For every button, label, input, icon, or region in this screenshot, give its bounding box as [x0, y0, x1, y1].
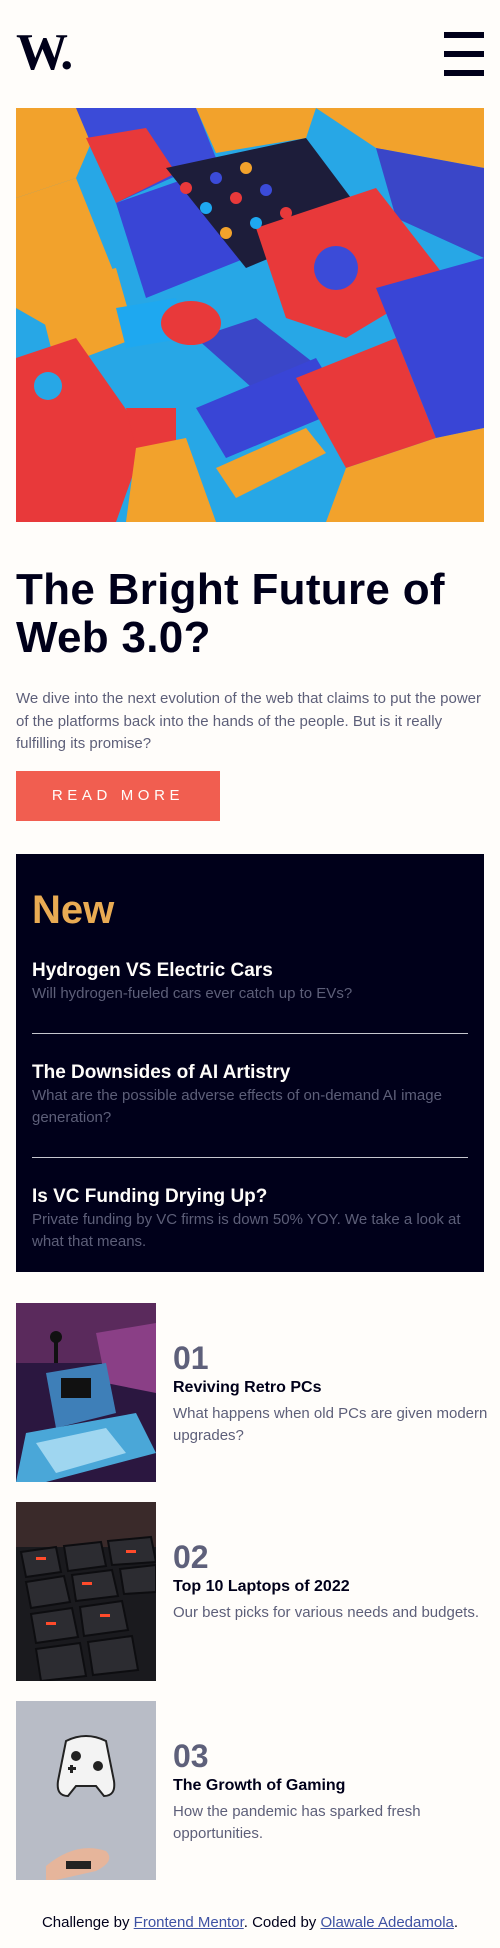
list-item: 03 The Growth of Gaming How the pandemic… [16, 1701, 490, 1880]
retro-pc-thumbnail [16, 1303, 156, 1482]
divider [32, 1033, 468, 1034]
article-number: 01 [173, 1340, 209, 1376]
list-item: 01 Reviving Retro PCs What happens when … [16, 1303, 490, 1482]
new-item-title[interactable]: Is VC Funding Drying Up? [32, 1186, 267, 1207]
article-description: Our best picks for various needs and bud… [173, 1604, 480, 1621]
hero-description: We dive into the next evolution of the w… [16, 690, 481, 752]
footer-suffix: . [453, 1914, 459, 1931]
new-item: Is VC Funding Drying Up? Private funding… [32, 1186, 468, 1253]
article-title[interactable]: The Growth of Gaming [173, 1776, 345, 1796]
article-number: 02 [173, 1539, 209, 1575]
read-more-button[interactable]: READ MORE [16, 771, 220, 821]
new-item-description: Private funding by VC firms is down 50% … [32, 1211, 461, 1250]
site-logo[interactable]: W. [16, 27, 73, 79]
new-item-description: What are the possible adverse effects of… [32, 1087, 442, 1126]
new-section: New Hydrogen VS Electric Cars Will hydro… [16, 854, 484, 1272]
laptop-keyboard-thumbnail [16, 1502, 156, 1681]
hamburger-icon[interactable] [444, 32, 484, 76]
footer-prefix: Challenge by [41, 1914, 134, 1931]
new-item: The Downsides of AI Artistry What are th… [32, 1062, 468, 1129]
article-title[interactable]: Reviving Retro PCs [173, 1378, 321, 1398]
game-controller-thumbnail [16, 1701, 156, 1880]
divider [32, 1157, 468, 1158]
site-header: W. [16, 27, 484, 79]
footer-middle: . Coded by [243, 1914, 321, 1931]
article-number: 03 [173, 1738, 209, 1774]
hero-title: The Bright Future of Web 3.0? [16, 565, 445, 662]
new-item-description: Will hydrogen-fueled cars ever catch up … [32, 985, 353, 1002]
new-item: Hydrogen VS Electric Cars Will hydrogen-… [32, 960, 468, 1005]
frontend-mentor-link[interactable]: Frontend Mentor [134, 1914, 244, 1931]
article-title[interactable]: Top 10 Laptops of 2022 [173, 1577, 350, 1597]
new-item-title[interactable]: Hydrogen VS Electric Cars [32, 960, 273, 981]
footer: Challenge by Frontend Mentor. Coded by O… [0, 1913, 500, 1933]
author-link[interactable]: Olawale Adedamola [320, 1914, 453, 1931]
hero-image [16, 108, 484, 522]
article-description: What happens when old PCs are given mode… [173, 1405, 488, 1444]
article-description: How the pandemic has sparked fresh oppor… [173, 1803, 421, 1842]
list-item: 02 Top 10 Laptops of 2022 Our best picks… [16, 1502, 490, 1681]
new-item-title[interactable]: The Downsides of AI Artistry [32, 1062, 290, 1083]
article-list: 01 Reviving Retro PCs What happens when … [16, 1303, 490, 1900]
new-heading: New [32, 888, 115, 932]
